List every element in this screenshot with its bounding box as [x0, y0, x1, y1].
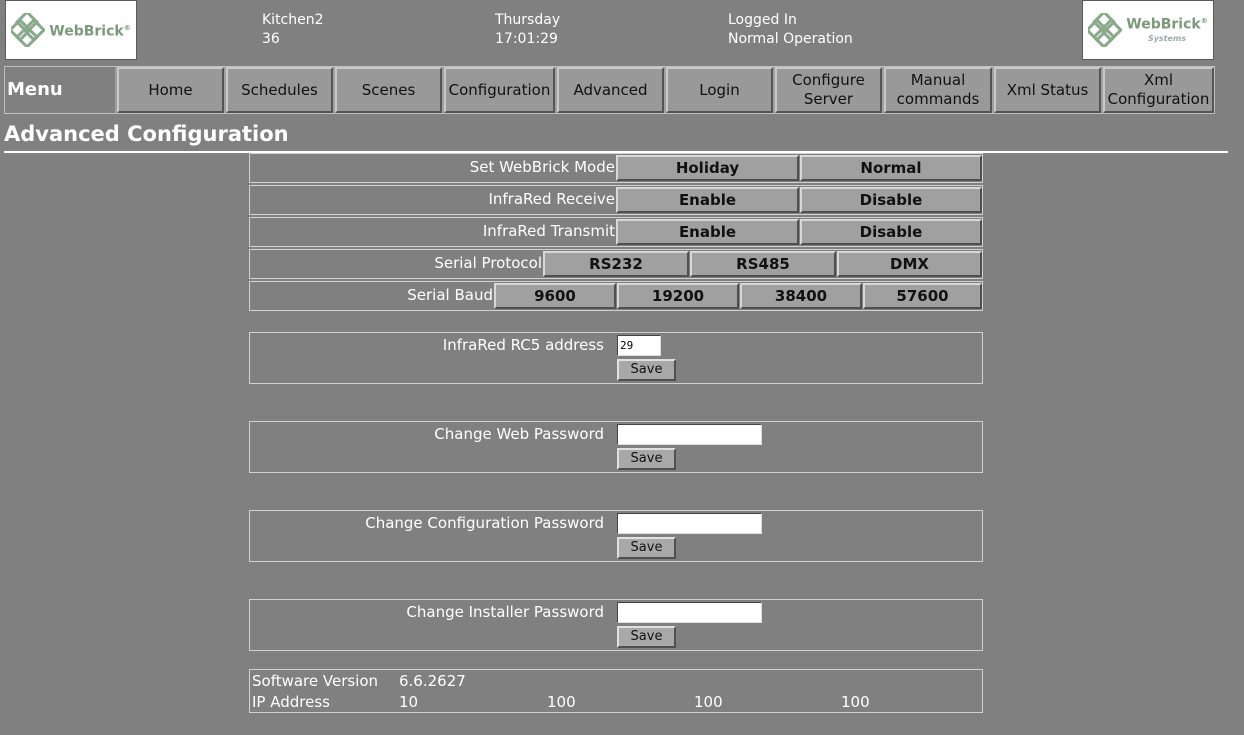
holiday-mode-button[interactable]: Holiday — [616, 155, 799, 181]
webbrick-diamond-icon — [11, 13, 46, 47]
installer-password-label: Change Installer Password — [406, 603, 604, 621]
page-title: Advanced Configuration — [4, 122, 289, 146]
config-password-label: Change Configuration Password — [365, 514, 604, 532]
baud-19200-button[interactable]: 19200 — [617, 283, 739, 309]
nav-configure-server[interactable]: Configure Server — [775, 67, 882, 113]
web-password-save-button[interactable]: Save — [617, 448, 676, 470]
serial-baud-row: Serial Baud 9600 19200 38400 57600 — [249, 281, 983, 311]
rc5-address-form: InfraRed RC5 address Save — [249, 332, 983, 384]
rc5-save-button[interactable]: Save — [617, 359, 676, 381]
ip-octet-1: 10 — [399, 693, 419, 711]
ir-receive-label: InfraRed Receive — [488, 190, 615, 208]
status-info: Logged In Normal Operation — [728, 11, 853, 49]
ip-octet-3: 100 — [694, 693, 723, 711]
clock: Thursday 17:01:29 — [495, 11, 560, 49]
nav-configuration[interactable]: Configuration — [444, 67, 555, 113]
web-password-label: Change Web Password — [434, 425, 604, 443]
baud-9600-button[interactable]: 9600 — [494, 283, 616, 309]
serial-protocol-row: Serial Protocol RS232 RS485 DMX — [249, 249, 983, 279]
serial-baud-label: Serial Baud — [407, 286, 493, 304]
web-password-input[interactable] — [617, 424, 762, 445]
ir-receive-disable-button[interactable]: Disable — [800, 187, 982, 213]
installer-password-save-button[interactable]: Save — [617, 626, 676, 648]
ir-transmit-disable-button[interactable]: Disable — [800, 219, 982, 245]
baud-38400-button[interactable]: 38400 — [740, 283, 862, 309]
installer-password-form: Change Installer Password Save — [249, 599, 983, 651]
nav-xml-configuration[interactable]: Xml Configuration — [1103, 67, 1214, 113]
device-name: Kitchen2 — [262, 12, 324, 28]
ip-address-label: IP Address — [252, 693, 330, 711]
webbrick-mode-row: Set WebBrick Mode Holiday Normal — [249, 153, 983, 183]
nav-home[interactable]: Home — [117, 67, 224, 113]
rs485-button[interactable]: RS485 — [690, 251, 836, 277]
ir-receive-row: InfraRed Receive Enable Disable — [249, 185, 983, 215]
normal-mode-button[interactable]: Normal — [800, 155, 982, 181]
nav-login[interactable]: Login — [666, 67, 773, 113]
config-password-form: Change Configuration Password Save — [249, 510, 983, 562]
webbrick-logo-right: WebBrick® Systems — [1082, 0, 1214, 60]
webbrick-logo-left: WebBrick® — [5, 0, 137, 60]
ir-transmit-label: InfraRed Transmit — [482, 222, 615, 240]
nav-manual-commands[interactable]: Manual commands — [884, 67, 992, 113]
time-text: 17:01:29 — [495, 31, 558, 47]
nav-scenes[interactable]: Scenes — [335, 67, 442, 113]
baud-57600-button[interactable]: 57600 — [863, 283, 982, 309]
installer-password-input[interactable] — [617, 602, 762, 623]
nav-advanced[interactable]: Advanced — [557, 67, 664, 113]
software-version-value: 6.6.2627 — [399, 672, 466, 690]
ip-octet-4: 100 — [841, 693, 870, 711]
logo-brand-text: WebBrick® Systems — [1126, 16, 1208, 43]
software-version-label: Software Version — [252, 672, 379, 690]
config-password-input[interactable] — [617, 513, 762, 534]
nav-xml-status[interactable]: Xml Status — [994, 67, 1101, 113]
device-info-panel: Software Version 6.6.2627 IP Address 10 … — [249, 669, 983, 713]
config-password-save-button[interactable]: Save — [617, 537, 676, 559]
rs232-button[interactable]: RS232 — [543, 251, 689, 277]
main-navigation: Menu Home Schedules Scenes Configuration… — [4, 66, 1215, 114]
rc5-address-label: InfraRed RC5 address — [442, 336, 604, 354]
web-password-form: Change Web Password Save — [249, 421, 983, 473]
rc5-address-input[interactable] — [617, 335, 661, 356]
device-number: 36 — [262, 31, 280, 47]
operation-status: Normal Operation — [728, 31, 853, 47]
device-info: Kitchen2 36 — [262, 11, 324, 49]
menu-label: Menu — [5, 67, 115, 113]
nav-schedules[interactable]: Schedules — [226, 67, 333, 113]
ir-receive-enable-button[interactable]: Enable — [616, 187, 799, 213]
logo-brand-text: WebBrick® — [49, 23, 131, 40]
day-text: Thursday — [495, 12, 561, 28]
ir-transmit-enable-button[interactable]: Enable — [616, 219, 799, 245]
dmx-button[interactable]: DMX — [837, 251, 982, 277]
webbrick-mode-label: Set WebBrick Mode — [469, 158, 615, 176]
login-status: Logged In — [728, 12, 797, 28]
serial-protocol-label: Serial Protocol — [434, 254, 542, 272]
ir-transmit-row: InfraRed Transmit Enable Disable — [249, 217, 983, 247]
ip-octet-2: 100 — [547, 693, 576, 711]
webbrick-diamond-icon — [1088, 13, 1123, 47]
